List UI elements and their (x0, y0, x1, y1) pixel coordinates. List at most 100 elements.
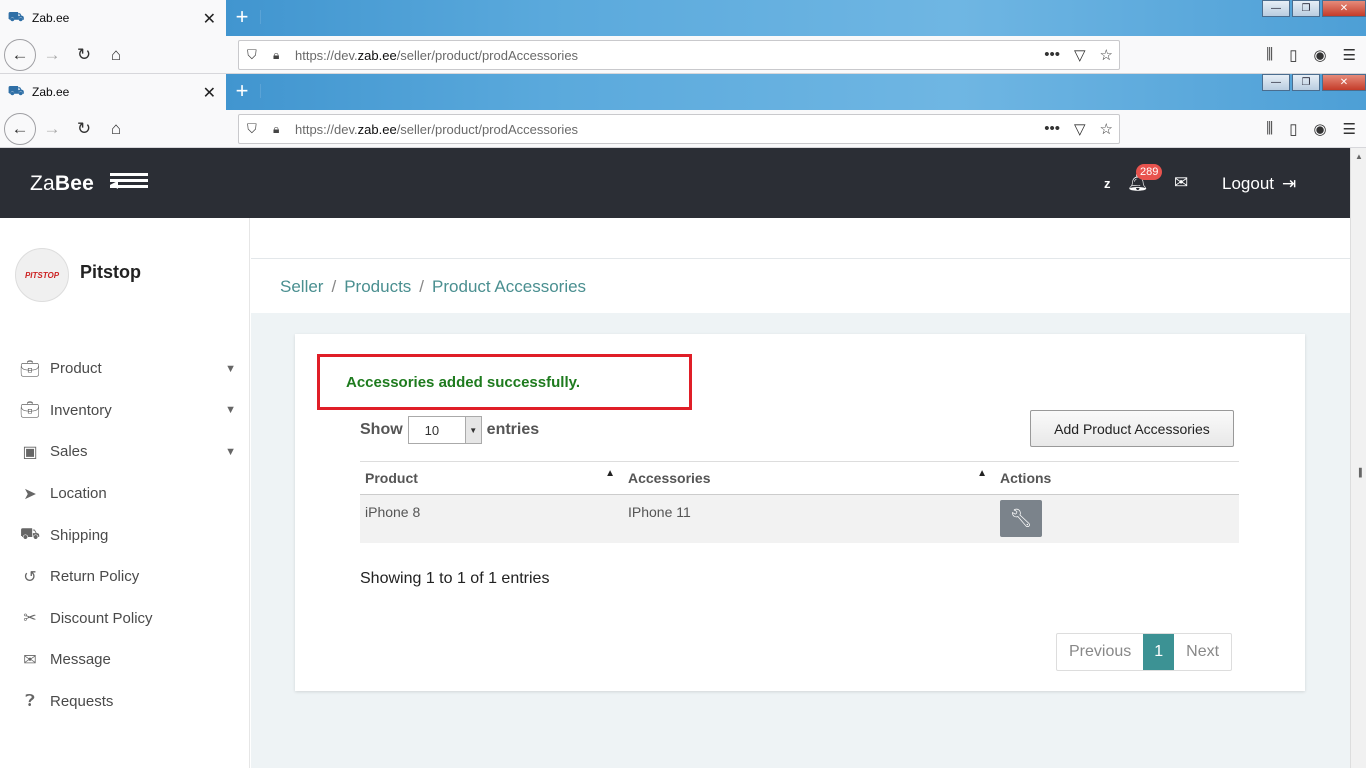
back-button[interactable]: ← (4, 38, 36, 71)
shop-avatar: PITSTOP (15, 248, 69, 302)
shield-icon[interactable]: ⛉ (247, 47, 263, 63)
sidebar-item-shipping[interactable]: ⛟ Shipping (0, 514, 250, 556)
page-actions-icon[interactable]: ••• (1044, 120, 1060, 138)
browser-tab[interactable]: ⛟ Zab.ee ✕ (0, 0, 226, 36)
menu-icon[interactable]: ☰ (1343, 46, 1356, 64)
page-scrollbar[interactable]: ▲ ▐ (1350, 148, 1366, 768)
add-product-accessories-button[interactable]: Add Product Accessories (1030, 410, 1234, 447)
sidebar-item-location[interactable]: ➤ Location (0, 473, 250, 515)
table-row: iPhone 8 IPhone 11 🔧︎ (360, 494, 1239, 543)
back-button[interactable]: ← (4, 112, 36, 145)
entries-length-control: Show 10 ▼ entries (360, 416, 539, 444)
scroll-thumb[interactable]: ▐ (1356, 468, 1362, 477)
reload-button[interactable]: ↻ (68, 113, 100, 145)
menu-icon[interactable]: ☰ (1343, 120, 1356, 138)
home-button[interactable]: ⌂ (100, 39, 132, 71)
breadcrumb-products[interactable]: Products (344, 277, 411, 296)
pocket-icon[interactable]: ▽ (1074, 46, 1086, 64)
close-tab-icon[interactable]: ✕ (203, 83, 216, 103)
pagination-previous[interactable]: Previous (1057, 634, 1143, 670)
pagination-next[interactable]: Next (1174, 634, 1231, 670)
close-window-button[interactable]: ✕ (1322, 74, 1366, 91)
home-button[interactable]: ⌂ (100, 113, 132, 145)
column-header-product[interactable]: Product ▲ (360, 461, 623, 495)
shield-icon[interactable]: ⛉ (247, 121, 263, 137)
lock-icon[interactable]: 🔒︎ (273, 48, 287, 63)
envelope-icon: ✉ (23, 651, 37, 669)
breadcrumb-product-accessories[interactable]: Product Accessories (432, 277, 586, 296)
maximize-button[interactable]: ❐ (1292, 0, 1320, 17)
content-header-spacer (251, 218, 1350, 258)
main-content: Seller / Products / Product Accessories Acce… (251, 218, 1350, 768)
lock-icon[interactable]: 🔒︎ (273, 122, 287, 137)
url-text: https://dev.zab.ee/seller/product/prodAc… (295, 47, 579, 63)
briefcase-icon: 💼︎ (19, 360, 41, 378)
sidebar-item-product[interactable]: 💼︎ Product ▼ (0, 348, 250, 390)
pagination-page-1[interactable]: 1 (1143, 634, 1175, 670)
zabee-favicon-icon: ⛟ (7, 9, 25, 24)
new-tab-button[interactable]: + (230, 4, 254, 30)
column-header-accessories[interactable]: Accessories ▲ (623, 461, 995, 495)
cell-accessories: IPhone 11 (623, 494, 995, 543)
browser-tab-strip-2: ⛟ Zab.ee ✕ + — ❐ ✕ (0, 74, 1366, 110)
notification-badge: 289 (1136, 164, 1163, 180)
dropdown-arrow-icon: ▼ (464, 417, 481, 443)
forward-button[interactable]: → (36, 113, 68, 145)
question-circle-icon: ❓︎ (25, 692, 35, 710)
sidebar-item-sales[interactable]: ▣ Sales ▼ (0, 431, 250, 473)
minimize-button[interactable]: — (1262, 74, 1290, 91)
sidebar-item-return-policy[interactable]: ↺ Return Policy (0, 556, 250, 598)
background-tabs (260, 84, 420, 98)
success-alert: Accessories added successfully. (317, 354, 692, 410)
bookmark-star-icon[interactable]: ☆ (1100, 46, 1113, 64)
arrow-left-icon: ◂ (110, 176, 119, 193)
sidebar-menu: 💼︎ Product ▼ 💼︎ Inventory ▼ ▣ Sales ▼ ➤ Locatio… (0, 348, 250, 722)
breadcrumb-seller[interactable]: Seller (280, 277, 323, 296)
page-actions-icon[interactable]: ••• (1044, 46, 1060, 64)
money-icon: ▣ (22, 443, 38, 461)
sidebar-toggle-icon[interactable]: ▯ (1289, 120, 1297, 138)
sidebar-item-requests[interactable]: ❓︎ Requests (0, 681, 250, 723)
user-initial[interactable]: z (1104, 176, 1111, 191)
reload-button[interactable]: ↻ (68, 39, 100, 71)
minimize-button[interactable]: — (1262, 0, 1290, 17)
sidebar-toggle-icon[interactable]: ▯ (1289, 46, 1297, 64)
forward-button[interactable]: → (36, 39, 68, 71)
account-icon[interactable]: ◉ (1313, 46, 1326, 64)
sidebar-item-inventory[interactable]: 💼︎ Inventory ▼ (0, 390, 250, 432)
sign-out-icon: ⇥ (1282, 174, 1297, 193)
sidebar-item-discount-policy[interactable]: ✂ Discount Policy (0, 598, 250, 640)
accessories-card: Accessories added successfully. Show 10 ▼… (295, 334, 1305, 691)
truck-icon: ⛟ (19, 526, 41, 544)
column-header-actions: Actions (995, 461, 1239, 495)
library-icon[interactable]: ⫼ (1266, 46, 1273, 64)
address-bar[interactable]: ⛉ 🔒︎ https://dev.zab.ee/seller/product/p… (238, 40, 1120, 70)
envelope-icon[interactable]: ✉ (1174, 173, 1188, 193)
zabee-favicon-icon: ⛟ (7, 83, 25, 98)
logout-button[interactable]: Logout ⇥ (1222, 174, 1296, 194)
browser-tab-2[interactable]: ⛟ Zab.ee ✕ (0, 74, 226, 110)
scissors-icon: ✂ (23, 610, 37, 628)
location-arrow-icon: ➤ (23, 485, 37, 503)
sidebar-item-message[interactable]: ✉ Message (0, 639, 250, 681)
chevron-down-icon: ▼ (225, 362, 236, 375)
bookmark-star-icon[interactable]: ☆ (1100, 120, 1113, 138)
sidebar-toggle-button[interactable]: ◂ (110, 170, 148, 193)
entries-select[interactable]: 10 ▼ (407, 416, 482, 444)
scroll-up-icon[interactable]: ▲ (1355, 152, 1363, 161)
shop-name: Pitstop (80, 262, 141, 282)
table-info: Showing 1 to 1 of 1 entries (360, 570, 550, 587)
address-bar[interactable]: ⛉ 🔒︎ https://dev.zab.ee/seller/product/p… (238, 114, 1120, 144)
brand-logo[interactable]: ZaBee (30, 172, 94, 196)
pocket-icon[interactable]: ▽ (1074, 120, 1086, 138)
pagination: Previous 1 Next (1056, 633, 1233, 671)
wrench-icon[interactable]: 🔧︎ (1000, 500, 1042, 537)
browser-toolbar-2: ← → ↻ ⌂ ⛉ 🔒︎ https://dev.zab.ee/seller/p… (0, 110, 1366, 148)
close-tab-icon[interactable]: ✕ (203, 9, 216, 29)
account-icon[interactable]: ◉ (1313, 120, 1326, 138)
new-tab-button[interactable]: + (230, 78, 254, 104)
maximize-button[interactable]: ❐ (1292, 74, 1320, 91)
close-window-button[interactable]: ✕ (1322, 0, 1366, 17)
window-controls: — ❐ ✕ (1260, 0, 1366, 17)
library-icon[interactable]: ⫼ (1266, 120, 1273, 138)
